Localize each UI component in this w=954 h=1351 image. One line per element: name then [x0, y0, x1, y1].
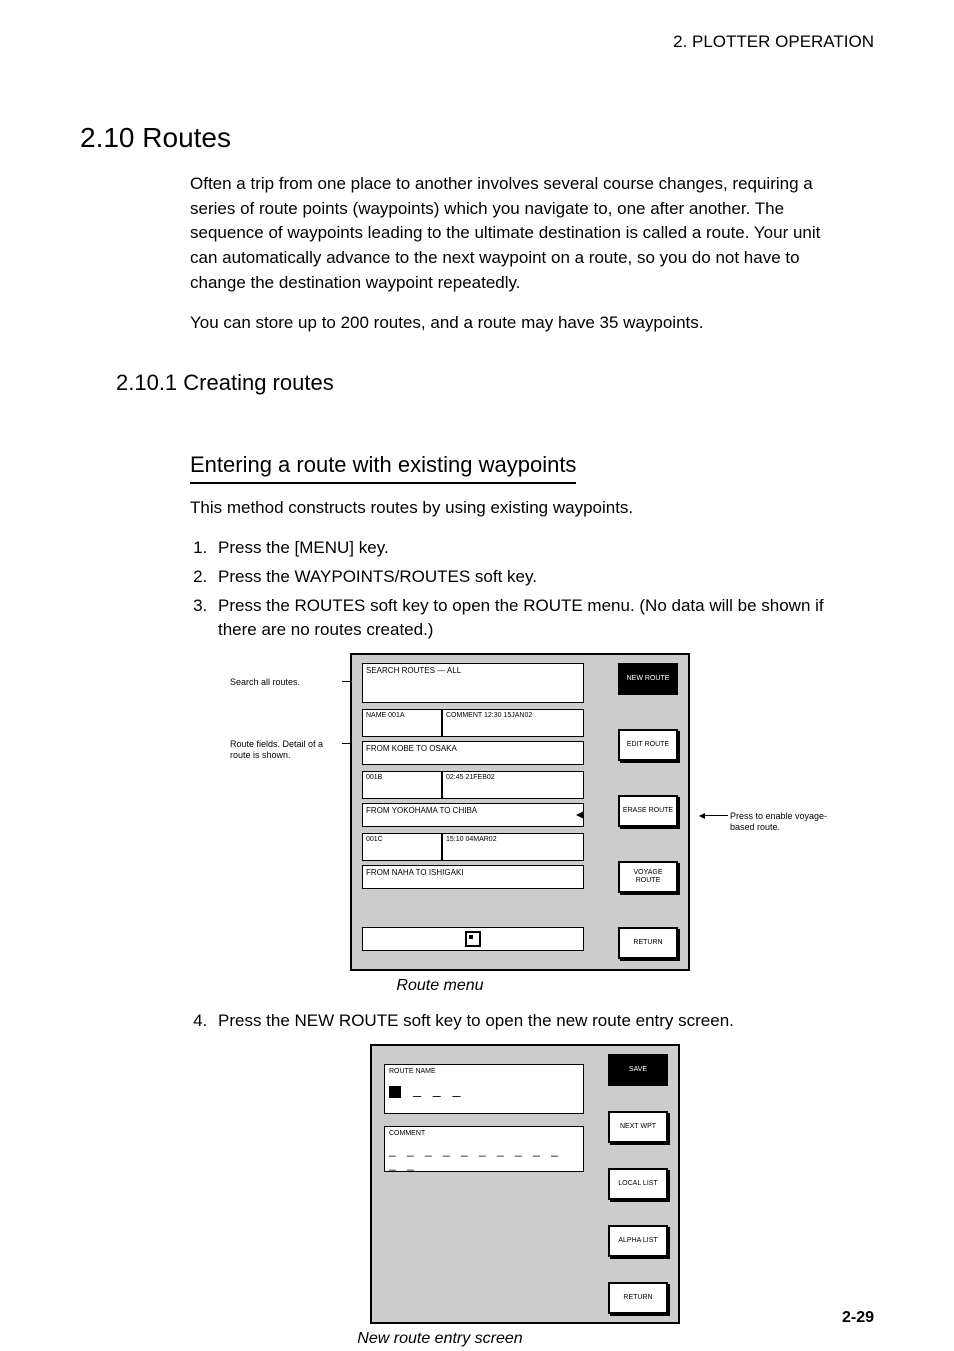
step-1: Press the [MENU] key. — [212, 536, 852, 561]
section-title: 2.10 Routes — [80, 122, 874, 154]
route-comment: 15:10 04MAR02 — [442, 833, 584, 861]
softkey-column: NEW ROUTE EDIT ROUTE ERASE ROUTE VOYAGE … — [618, 663, 678, 959]
callout-voyage: Press to enable voyage-based route. — [730, 811, 850, 833]
bottom-bar — [362, 927, 584, 951]
route-row-1: NAME 001A COMMENT 12:30 15JAN02 — [362, 709, 584, 737]
preview-icon — [465, 931, 481, 947]
route-comment: COMMENT 12:30 15JAN02 — [442, 709, 584, 737]
intro-paragraph-2: You can store up to 200 routes, and a ro… — [190, 311, 850, 336]
page: 2. PLOTTER OPERATION 2.10 Routes Often a… — [0, 0, 954, 1351]
step-4: Press the NEW ROUTE soft key to open the… — [212, 1009, 852, 1034]
callout-route-fields: Route fields. Detail of a route is shown… — [230, 739, 340, 761]
softkey-column: SAVE NEXT WPT LOCAL LIST ALPHA LIST RETU… — [608, 1054, 668, 1314]
softkey-local-list[interactable]: LOCAL LIST — [608, 1168, 668, 1200]
softkey-voyage-route[interactable]: VOYAGE ROUTE — [618, 861, 678, 893]
chapter-header: 2. PLOTTER OPERATION — [673, 32, 874, 52]
softkey-return[interactable]: RETURN — [608, 1282, 668, 1314]
entering-heading: Entering a route with existing waypoints — [190, 452, 576, 484]
route-name-box[interactable]: ROUTE NAME _ _ _ — [384, 1064, 584, 1114]
softkey-new-route[interactable]: NEW ROUTE — [618, 663, 678, 695]
step-3: Press the ROUTES soft key to open the RO… — [212, 594, 852, 643]
text-cursor-icon — [389, 1086, 401, 1098]
softkey-next-wpt[interactable]: NEXT WPT — [608, 1111, 668, 1143]
search-pane: SEARCH ROUTES — ALL — [362, 663, 584, 703]
name-placeholder: _ _ _ — [413, 1081, 464, 1097]
softkey-save[interactable]: SAVE — [608, 1054, 668, 1086]
figure-route-menu-area: Search all routes. Route fields. Detail … — [190, 653, 850, 971]
steps-list: Press the [MENU] key. Press the WAYPOINT… — [190, 536, 852, 643]
callout-search: Search all routes. — [230, 677, 340, 688]
comment-label: COMMENT — [389, 1130, 579, 1137]
softkey-erase-route[interactable]: ERASE ROUTE — [618, 795, 678, 827]
route-name: 001C — [362, 833, 442, 861]
softkey-edit-route[interactable]: EDIT ROUTE — [618, 729, 678, 761]
name-label: ROUTE NAME — [389, 1068, 579, 1075]
softkey-return[interactable]: RETURN — [618, 927, 678, 959]
route-detail-2: FROM YOKOHAMA TO CHIBA — [362, 803, 584, 827]
step-2: Press the WAYPOINTS/ROUTES soft key. — [212, 565, 852, 590]
softkey-alpha-list[interactable]: ALPHA LIST — [608, 1225, 668, 1257]
comment-box[interactable]: COMMENT _ _ _ _ _ _ _ _ _ _ _ _ — [384, 1126, 584, 1172]
entering-description: This method constructs routes by using e… — [190, 496, 850, 521]
figure2-caption: New route entry screen — [190, 1330, 690, 1348]
route-name: NAME 001A — [362, 709, 442, 737]
route-name: 001B — [362, 771, 442, 799]
page-number: 2-29 — [842, 1309, 874, 1327]
figure-new-route-area: ROUTE NAME _ _ _ COMMENT _ _ _ _ _ _ _ _… — [190, 1044, 850, 1324]
figure-route-menu: SEARCH ROUTES — ALL NAME 001A COMMENT 12… — [350, 653, 690, 971]
route-row-2: 001B 02:45 21FEB02 — [362, 771, 584, 799]
comment-placeholder: _ _ _ _ _ _ _ _ _ _ _ _ — [389, 1143, 579, 1171]
steps-list-cont: Press the NEW ROUTE soft key to open the… — [190, 1009, 852, 1034]
cursor-indicator-icon — [576, 811, 584, 819]
route-detail-3: FROM NAHA TO ISHIGAKI — [362, 865, 584, 889]
figure-new-route-entry: ROUTE NAME _ _ _ COMMENT _ _ _ _ _ _ _ _… — [370, 1044, 680, 1324]
route-detail-1: FROM KOBE TO OSAKA — [362, 741, 584, 765]
intro-paragraph-1: Often a trip from one place to another i… — [190, 172, 850, 295]
route-row-3: 001C 15:10 04MAR02 — [362, 833, 584, 861]
route-comment: 02:45 21FEB02 — [442, 771, 584, 799]
subsection-title: 2.10.1 Creating routes — [116, 370, 874, 396]
figure1-caption: Route menu — [190, 977, 690, 995]
